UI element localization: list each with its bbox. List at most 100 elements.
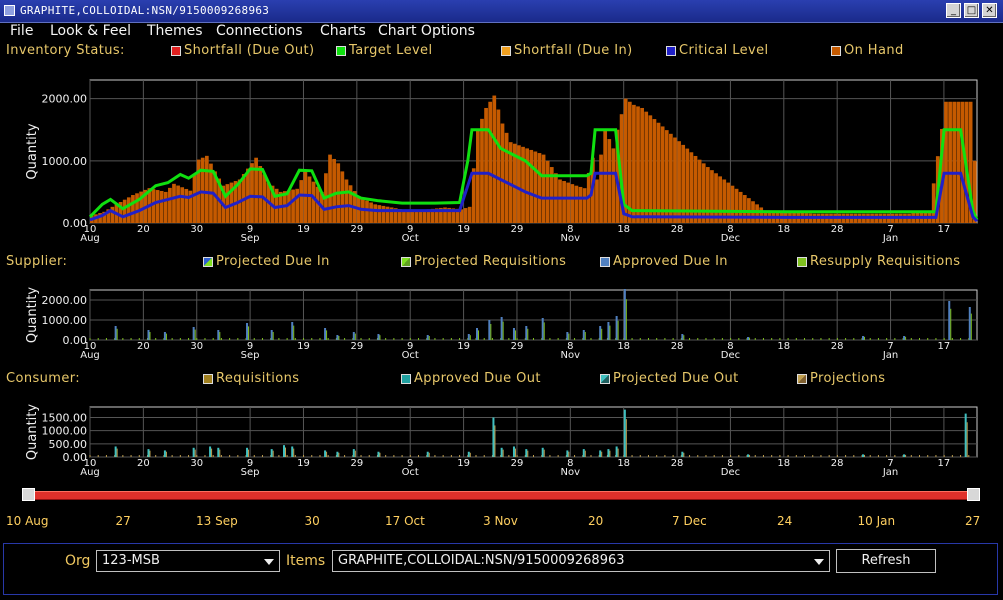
slider-label: 27 — [965, 514, 981, 528]
bar — [476, 328, 479, 340]
on-hand-bar — [176, 185, 180, 223]
on-hand-bar — [652, 119, 657, 223]
legend-shortfall-due-in[interactable]: Shortfall (Due In) — [514, 43, 633, 58]
on-hand-bar — [545, 160, 550, 223]
legend-swatch-approved-due-out[interactable] — [401, 374, 411, 384]
menu-charts[interactable]: Charts — [320, 23, 366, 39]
on-hand-bar — [332, 158, 336, 223]
bar-secondary — [326, 330, 328, 340]
legend-swatch-shortfall-due-in[interactable] — [501, 46, 511, 56]
on-hand-bar — [558, 179, 562, 223]
y-tick-label: 1500.00 — [42, 412, 88, 425]
on-hand-bar — [611, 148, 616, 223]
inventory-chart[interactable]: 10Aug20 30 9Sep19 29 9Oct19 29 8Nov18 28 8Dec18 2… — [0, 70, 1003, 246]
legend-approved-due-out[interactable]: Approved Due Out — [414, 371, 541, 386]
chevron-down-icon[interactable] — [814, 559, 824, 565]
bar-secondary — [864, 336, 866, 340]
legend-approved-due-in[interactable]: Approved Due In — [613, 254, 728, 269]
legend-projections[interactable]: Projections — [810, 371, 885, 386]
org-select-value: 123-MSB — [102, 553, 160, 568]
bar-secondary — [568, 451, 570, 457]
items-label: Items — [286, 553, 326, 569]
legend-swatch-resupply-requisitions[interactable] — [797, 257, 807, 267]
legend-swatch-on-hand[interactable] — [831, 46, 841, 56]
bar-secondary — [601, 451, 603, 457]
legend-swatch-requisitions[interactable] — [203, 374, 213, 384]
x-tick-month: Aug — [80, 233, 100, 244]
menu-file[interactable]: File — [10, 23, 33, 39]
bar — [246, 447, 249, 457]
org-select[interactable]: 123-MSB — [96, 550, 280, 572]
menu-connections[interactable]: Connections — [216, 23, 303, 39]
x-tick-label: 18 — [777, 341, 790, 352]
on-hand-bar — [714, 173, 718, 223]
legend-swatch-approved-due-in[interactable] — [600, 257, 610, 267]
legend-swatch-shortfall-due-out[interactable] — [171, 46, 181, 56]
legend-resupply-requisitions[interactable]: Resupply Requisitions — [810, 254, 960, 269]
bar-secondary — [625, 419, 627, 457]
legend-on-hand[interactable]: On Hand — [844, 43, 904, 58]
bar-secondary — [749, 337, 751, 340]
bar — [467, 451, 470, 457]
on-hand-bar — [476, 129, 480, 223]
bar-secondary — [527, 450, 529, 457]
maximize-button[interactable]: □ — [964, 3, 979, 18]
on-hand-bar — [952, 101, 957, 223]
minimize-button[interactable]: _ — [946, 3, 961, 18]
x-tick-label: 28 — [671, 458, 684, 469]
legend-target-level[interactable]: Target Level — [349, 43, 432, 58]
legend-critical-level[interactable]: Critical Level — [679, 43, 769, 58]
on-hand-bar — [956, 101, 961, 223]
bar — [114, 446, 117, 457]
on-hand-bar — [632, 104, 636, 223]
legend-requisitions[interactable]: Requisitions — [216, 371, 299, 386]
legend-swatch-target-level[interactable] — [336, 46, 346, 56]
on-hand-bar — [644, 111, 649, 223]
slider-label: 3 Nov — [483, 514, 518, 528]
bar — [377, 451, 380, 457]
chevron-down-icon[interactable] — [264, 559, 274, 565]
slider-right-handle[interactable] — [967, 488, 980, 501]
menu-themes[interactable]: Themes — [147, 23, 203, 39]
legend-shortfall-due-out[interactable]: Shortfall (Due Out) — [184, 43, 314, 58]
items-select[interactable]: GRAPHITE,COLLOIDAL:NSN/9150009268963 — [332, 550, 830, 572]
legend-swatch-projections[interactable] — [797, 374, 807, 384]
bar-secondary — [568, 333, 570, 340]
bar-secondary — [478, 330, 480, 340]
bar — [566, 332, 569, 340]
x-tick-month: Nov — [561, 233, 581, 244]
menu-chart-options[interactable]: Chart Options — [378, 23, 475, 39]
app-icon[interactable] — [4, 5, 15, 16]
on-hand-bar — [406, 210, 410, 223]
slider-left-handle[interactable] — [22, 488, 35, 501]
legend-projected-due-in[interactable]: Projected Due In — [216, 254, 330, 269]
title-bar[interactable]: GRAPHITE,COLLOIDAL:NSN/9150009268963 _ □… — [0, 0, 1003, 23]
x-tick-month: Jan — [882, 350, 898, 361]
bar — [147, 330, 150, 340]
legend-swatch-critical-level[interactable] — [666, 46, 676, 56]
refresh-button[interactable]: Refresh — [836, 549, 936, 573]
legend-swatch-projected-due-out[interactable] — [600, 374, 610, 384]
on-hand-bar — [533, 151, 538, 223]
on-hand-bar — [258, 166, 263, 223]
bar-secondary — [354, 450, 356, 457]
bar — [283, 445, 286, 457]
on-hand-bar — [582, 188, 587, 223]
legend-swatch-projected-due-in[interactable] — [203, 257, 213, 267]
consumer-chart[interactable]: 10Aug20 30 9Sep19 29 9Oct19 29 8Nov18 28 8Dec18 2… — [0, 400, 1003, 480]
x-tick-label: 20 — [137, 224, 150, 235]
slider-label: 10 Aug — [6, 514, 49, 528]
time-range-slider[interactable] — [28, 491, 974, 500]
supplier-chart[interactable]: 10Aug20 30 9Sep19 29 9Oct19 29 8Nov18 28 8Dec18 2… — [0, 283, 1003, 363]
bar — [500, 317, 503, 340]
legend-projected-requisitions[interactable]: Projected Requisitions — [414, 254, 566, 269]
on-hand-bar — [131, 195, 135, 223]
bar-secondary — [272, 332, 274, 340]
legend-projected-due-out[interactable]: Projected Due Out — [613, 371, 739, 386]
bar-secondary — [527, 328, 529, 340]
menu-look-and-feel[interactable]: Look & Feel — [50, 23, 131, 39]
on-hand-bar — [340, 171, 345, 223]
legend-swatch-projected-requisitions[interactable] — [401, 257, 411, 267]
close-button[interactable]: ✕ — [982, 3, 997, 18]
bar — [623, 409, 626, 457]
